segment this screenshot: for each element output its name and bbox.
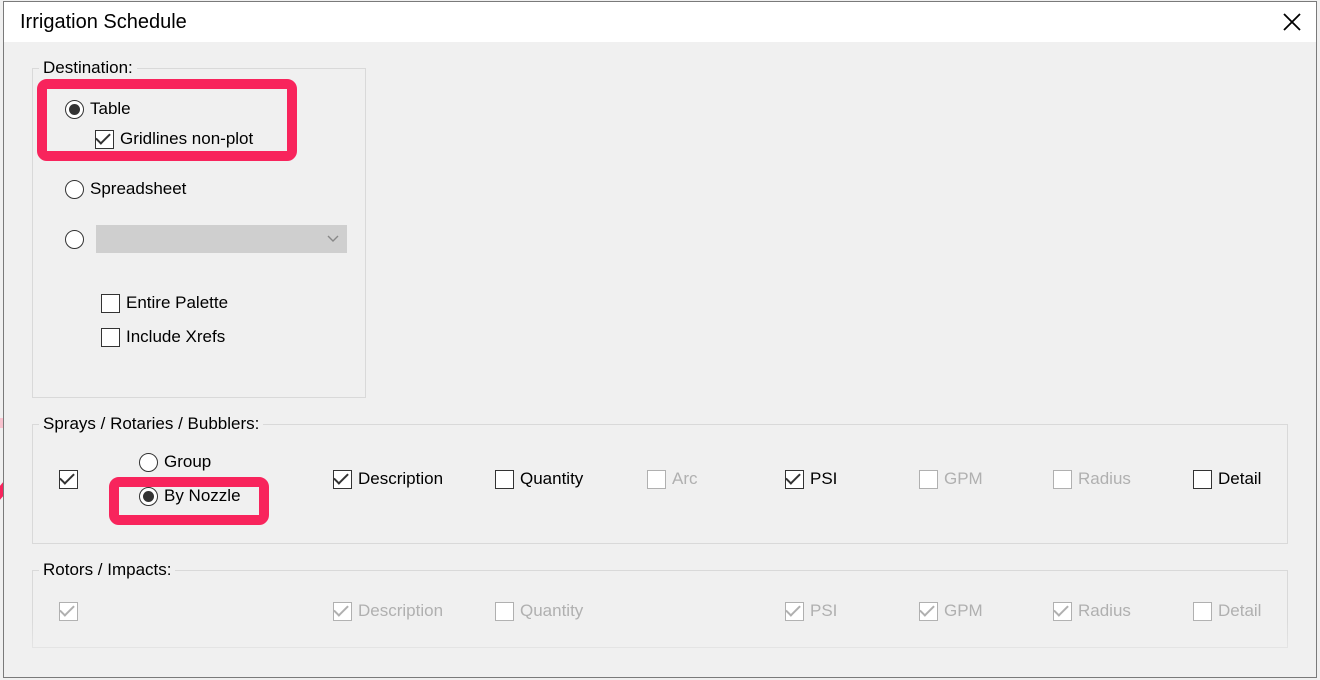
sprays-group: Sprays / Rotaries / Bubblers: Group By N… bbox=[32, 424, 1288, 544]
close-icon[interactable] bbox=[1282, 12, 1302, 32]
checkbox-r-description: Description bbox=[333, 601, 495, 621]
checkbox-icon bbox=[1193, 602, 1212, 621]
checkbox-icon bbox=[333, 602, 352, 621]
checkbox-r-gpm: GPM bbox=[919, 601, 1053, 621]
label-gpm: GPM bbox=[944, 469, 983, 489]
rotors-label: Rotors / Impacts: bbox=[39, 560, 175, 580]
checkbox-entire-palette[interactable]: Entire Palette bbox=[101, 293, 347, 313]
radio-table-label: Table bbox=[90, 99, 131, 119]
radio-group-label: Group bbox=[164, 452, 211, 472]
checkbox-icon bbox=[101, 328, 120, 347]
checkbox-r-detail: Detail bbox=[1193, 601, 1261, 621]
checkbox-detail[interactable]: Detail bbox=[1193, 469, 1261, 489]
label-r-radius: Radius bbox=[1078, 601, 1131, 621]
checkbox-icon bbox=[1193, 470, 1212, 489]
dialog-title: Irrigation Schedule bbox=[20, 11, 187, 34]
checkbox-gridlines-label: Gridlines non-plot bbox=[120, 129, 253, 149]
label-r-detail: Detail bbox=[1218, 601, 1261, 621]
checkbox-entire-palette-label: Entire Palette bbox=[126, 293, 228, 313]
checkbox-arc: Arc bbox=[647, 469, 785, 489]
checkbox-rotors-enable bbox=[59, 602, 78, 621]
destination-group: Destination: Table Gridlines non-plot Sp… bbox=[32, 68, 366, 398]
checkbox-r-radius: Radius bbox=[1053, 601, 1193, 621]
checkbox-icon bbox=[785, 470, 804, 489]
radio-spreadsheet-label: Spreadsheet bbox=[90, 179, 186, 199]
checkbox-icon bbox=[919, 602, 938, 621]
checkbox-icon bbox=[647, 470, 666, 489]
checkbox-icon bbox=[495, 602, 514, 621]
checkbox-quantity[interactable]: Quantity bbox=[495, 469, 647, 489]
label-r-description: Description bbox=[358, 601, 443, 621]
checkbox-icon bbox=[919, 470, 938, 489]
radio-group[interactable]: Group bbox=[139, 452, 333, 472]
sprays-label: Sprays / Rotaries / Bubblers: bbox=[39, 414, 263, 434]
checkbox-sprays-enable[interactable] bbox=[59, 470, 78, 489]
checkbox-icon bbox=[95, 130, 114, 149]
checkbox-r-quantity: Quantity bbox=[495, 601, 785, 621]
label-description: Description bbox=[358, 469, 443, 489]
checkbox-include-xrefs[interactable]: Include Xrefs bbox=[101, 327, 347, 347]
radio-icon bbox=[65, 230, 84, 249]
checkbox-icon bbox=[785, 602, 804, 621]
label-r-psi: PSI bbox=[810, 601, 837, 621]
radio-spreadsheet[interactable]: Spreadsheet bbox=[65, 179, 347, 199]
label-quantity: Quantity bbox=[520, 469, 583, 489]
checkbox-psi[interactable]: PSI bbox=[785, 469, 919, 489]
checkbox-gridlines[interactable]: Gridlines non-plot bbox=[95, 129, 347, 149]
label-arc: Arc bbox=[672, 469, 698, 489]
checkbox-description[interactable]: Description bbox=[333, 469, 495, 489]
radio-icon bbox=[65, 100, 84, 119]
checkbox-icon bbox=[333, 470, 352, 489]
label-detail: Detail bbox=[1218, 469, 1261, 489]
checkbox-radius: Radius bbox=[1053, 469, 1193, 489]
label-radius: Radius bbox=[1078, 469, 1131, 489]
checkbox-icon bbox=[1053, 470, 1072, 489]
dialog-window: Irrigation Schedule Destination: Table G… bbox=[3, 1, 1317, 678]
radio-icon bbox=[65, 180, 84, 199]
checkbox-gpm: GPM bbox=[919, 469, 1053, 489]
titlebar: Irrigation Schedule bbox=[4, 2, 1316, 42]
radio-icon bbox=[139, 453, 158, 472]
highlight-by-nozzle bbox=[109, 477, 269, 525]
destination-label: Destination: bbox=[39, 58, 137, 78]
label-r-gpm: GPM bbox=[944, 601, 983, 621]
chevron-down-icon bbox=[327, 235, 339, 243]
checkbox-icon bbox=[495, 470, 514, 489]
radio-table[interactable]: Table bbox=[65, 99, 347, 119]
destination-dropdown[interactable] bbox=[96, 225, 347, 253]
checkbox-icon bbox=[1053, 602, 1072, 621]
checkbox-r-psi: PSI bbox=[785, 601, 919, 621]
label-psi: PSI bbox=[810, 469, 837, 489]
radio-custom[interactable] bbox=[65, 225, 347, 253]
label-r-quantity: Quantity bbox=[520, 601, 583, 621]
checkbox-icon bbox=[101, 294, 120, 313]
checkbox-include-xrefs-label: Include Xrefs bbox=[126, 327, 225, 347]
rotors-group: Rotors / Impacts: Description Quantity P… bbox=[32, 570, 1288, 648]
